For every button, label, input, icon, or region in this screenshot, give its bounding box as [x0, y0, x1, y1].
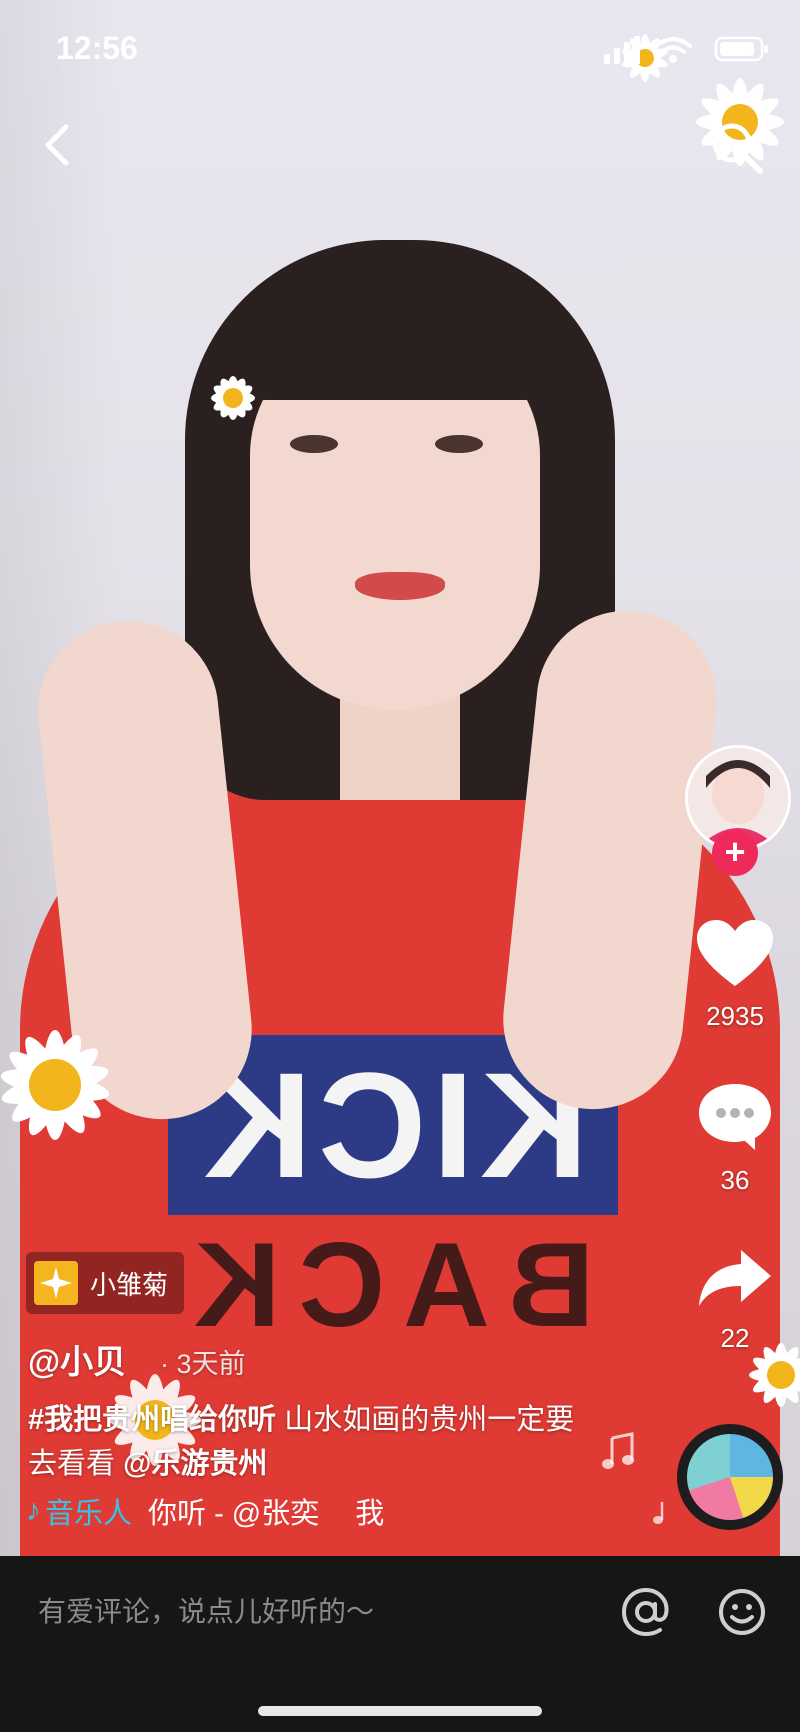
status-bar: 12:56: [0, 0, 800, 98]
search-icon[interactable]: [704, 115, 770, 181]
person-figure: KICK BACK: [0, 0, 800, 1556]
music-label: 音乐人: [45, 1498, 133, 1530]
sticker-label: 小雏菊: [90, 1269, 169, 1300]
post-description: #我把贵州唱给你听 山水如画的贵州一定要去看看 @乐游贵州: [28, 1398, 598, 1486]
share-count: 22: [720, 1323, 750, 1353]
music-disc[interactable]: [677, 1424, 783, 1530]
home-indicator[interactable]: [258, 1706, 542, 1716]
post-time: · 3天前: [160, 1349, 246, 1379]
status-time: 12:56: [56, 30, 138, 66]
heart-icon: [697, 920, 773, 986]
video-feed-screen: KICK BACK 12:56 + 2935 36 22 小雏菊 @小贝 · 3…: [0, 0, 800, 1732]
share-button[interactable]: 22: [690, 1246, 780, 1354]
author-name[interactable]: @小贝: [28, 1335, 126, 1383]
music-note-icon: [602, 1432, 634, 1469]
mouth: [355, 572, 445, 600]
battery-icon: [714, 36, 768, 62]
video-frame[interactable]: KICK BACK: [0, 0, 800, 1556]
music-track-continued: 我: [355, 1498, 385, 1530]
sparkle-sticker-icon: [34, 1261, 78, 1305]
music-marquee[interactable]: ♪ 音乐人 你听 - @张奕 我: [26, 1490, 446, 1532]
comment-button[interactable]: 36: [690, 1080, 780, 1196]
daisy-left-icon: [0, 1030, 110, 1140]
follow-button[interactable]: +: [712, 830, 758, 876]
comment-input[interactable]: 有爱评论，说点儿好听的～: [38, 1590, 374, 1630]
status-indicators: [604, 36, 768, 64]
right-eye: [435, 435, 483, 453]
like-button[interactable]: 2935: [690, 918, 780, 1032]
at-mention-icon[interactable]: [620, 1586, 672, 1638]
mention-link[interactable]: @乐游贵州: [123, 1448, 267, 1480]
left-eye: [290, 435, 338, 453]
musical-note-icon: ♪: [26, 1494, 41, 1527]
comment-bubble-icon: [699, 1084, 771, 1150]
music-track: 你听 - @张奕: [148, 1498, 320, 1530]
hashtag-link[interactable]: #我把贵州唱给你听: [28, 1404, 276, 1436]
back-chevron-icon[interactable]: [30, 115, 90, 175]
music-note-small-icon: [653, 1502, 664, 1524]
shirt-print-line2: BACK: [175, 1218, 595, 1352]
daisy-hair-icon: [211, 376, 255, 420]
wifi-icon: [654, 37, 692, 54]
emoji-face-icon[interactable]: [716, 1586, 768, 1638]
effect-sticker-tag[interactable]: 小雏菊: [26, 1252, 185, 1314]
cellular-signal-icon: [604, 36, 640, 64]
share-arrow-icon: [699, 1250, 771, 1306]
like-count: 2935: [706, 1001, 764, 1031]
comment-count: 36: [720, 1165, 750, 1195]
